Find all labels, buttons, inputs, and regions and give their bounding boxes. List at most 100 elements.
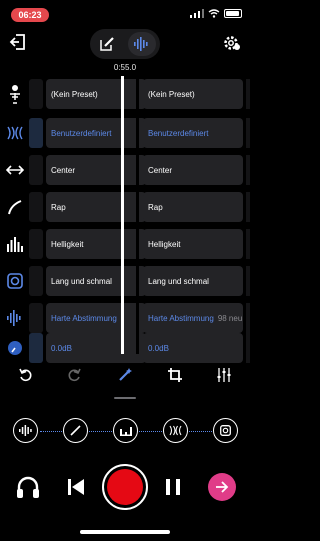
row-strip (246, 155, 250, 185)
transport-bar (0, 462, 250, 512)
row-strip (246, 229, 250, 259)
right-cell[interactable]: Helligkeit (143, 229, 243, 259)
left-cell[interactable]: Rap (46, 192, 146, 222)
right-cell[interactable]: Center (143, 155, 243, 185)
cell-label: Center (51, 165, 76, 175)
left-cell[interactable]: Helligkeit (46, 229, 146, 259)
undo-button[interactable] (16, 365, 36, 385)
row-strip (29, 266, 43, 296)
arrow-right-icon (216, 481, 229, 493)
row-speaker: Lang und schmal Lang und schmal (0, 265, 250, 297)
exit-icon[interactable] (8, 32, 28, 52)
chain-reverb-button[interactable] (163, 418, 188, 443)
drawer-handle[interactable] (114, 397, 136, 399)
cell-label: Harte Abstimmung (51, 313, 117, 323)
row-strip (29, 192, 43, 222)
magic-pen-icon (119, 368, 132, 381)
chain-waveform-button[interactable] (13, 418, 38, 443)
cell-label: 0.0dB (51, 343, 72, 353)
magic-pen-button[interactable] (115, 365, 135, 385)
left-cell[interactable]: Harte Abstimmung (46, 303, 146, 333)
redo-button[interactable] (64, 365, 84, 385)
cell-label: Lang und schmal (148, 276, 209, 286)
cell-label: Harte Abstimmung (148, 313, 214, 323)
equalizer-bars-icon[interactable] (4, 232, 25, 256)
cell-label: Benutzerdefiniert (51, 128, 112, 138)
cell-label: (Kein Preset) (51, 89, 98, 99)
timecode: 0:55.0 (113, 63, 137, 72)
right-cell[interactable]: (Kein Preset) (143, 79, 243, 109)
pen-edit-icon (100, 37, 114, 51)
curve-icon (70, 425, 81, 436)
track-divider (136, 76, 139, 354)
row-eq: Helligkeit Helligkeit (0, 228, 250, 260)
right-cell[interactable]: Lang und schmal (143, 266, 243, 296)
undo-icon (19, 368, 32, 382)
cell-sublabel: 98 neu... (217, 313, 243, 323)
reverb-waves-icon (169, 425, 182, 436)
equalizer-bars-icon (119, 427, 132, 436)
pause-button[interactable] (161, 475, 185, 499)
right-cell[interactable]: Harte Abstimmung98 neu... (143, 303, 243, 333)
row-curve: Rap Rap (0, 191, 250, 223)
cell-label: Center (148, 165, 173, 175)
cell-label: Benutzerdefiniert (148, 128, 209, 138)
crop-button[interactable] (165, 365, 185, 385)
status-time: 06:23 (11, 8, 49, 22)
right-cell[interactable]: Rap (143, 192, 243, 222)
left-cell[interactable]: 0.0dB (46, 333, 146, 363)
reverb-waves-icon[interactable] (4, 121, 25, 145)
mode-toggle (90, 29, 160, 59)
gain-dial-icon[interactable] (4, 336, 25, 360)
record-button[interactable] (102, 464, 148, 510)
crop-icon (168, 368, 182, 382)
right-cell[interactable]: Benutzerdefiniert (143, 118, 243, 148)
battery-icon (224, 9, 242, 18)
chain-eq-button[interactable] (113, 418, 138, 443)
cell-label: Rap (51, 202, 66, 212)
wave-mode-button[interactable] (128, 32, 156, 56)
cell-label: 0.0dB (148, 343, 169, 353)
cell-label: Helligkeit (148, 239, 181, 249)
row-strip (29, 155, 43, 185)
row-strip (246, 79, 250, 109)
playhead[interactable] (121, 76, 124, 354)
row-pitch: Harte Abstimmung Harte Abstimmung98 neu.… (0, 302, 250, 334)
left-cell[interactable]: Benutzerdefiniert (46, 118, 146, 148)
home-indicator (80, 530, 170, 534)
row-strip (29, 79, 43, 109)
waveform-icon (134, 37, 148, 51)
left-cell[interactable]: Center (46, 155, 146, 185)
status-bar: 06:23 (0, 0, 250, 26)
skip-back-icon (68, 479, 84, 495)
row-strip (29, 303, 43, 333)
mixer-button[interactable] (214, 365, 234, 385)
chain-speaker-button[interactable] (213, 418, 238, 443)
left-cell[interactable]: (Kein Preset) (46, 79, 146, 109)
cell-label: (Kein Preset) (148, 89, 195, 99)
row-strip (29, 333, 43, 363)
speaker-box-icon[interactable] (4, 269, 25, 293)
top-toolbar (0, 26, 250, 62)
row-strip (246, 303, 250, 333)
skip-back-button[interactable] (64, 475, 88, 499)
wifi-icon (208, 9, 220, 18)
left-cell[interactable]: Lang und schmal (46, 266, 146, 296)
chain-curve-button[interactable] (63, 418, 88, 443)
row-stereo: Center Center (0, 154, 250, 186)
status-icons (190, 9, 242, 18)
row-strip (29, 118, 43, 148)
cell-label: Rap (148, 202, 163, 212)
mixer-sliders-icon (217, 368, 231, 382)
right-cell[interactable]: 0.0dB (143, 333, 243, 363)
row-reverb: Benutzerdefiniert Benutzerdefiniert (0, 117, 250, 149)
stereo-arrows-icon[interactable] (4, 158, 25, 182)
next-button[interactable] (208, 473, 236, 501)
signal-icon (190, 9, 204, 18)
monitor-button[interactable] (16, 475, 40, 499)
curve-icon[interactable] (4, 195, 25, 219)
figure-voice-icon[interactable] (4, 82, 25, 106)
edit-mode-button[interactable] (96, 33, 118, 55)
pitch-wave-icon[interactable] (4, 306, 25, 330)
settings-gear-icon[interactable] (222, 33, 242, 53)
